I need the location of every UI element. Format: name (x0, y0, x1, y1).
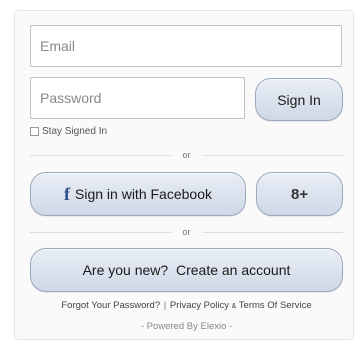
facebook-signin-button[interactable]: f Sign in with Facebook (30, 172, 246, 216)
google-plus-icon: 8+ (290, 185, 309, 203)
forgot-password-link[interactable]: Forgot Your Password? (61, 300, 160, 311)
sign-in-button[interactable]: Sign In (255, 78, 343, 121)
google-plus-button[interactable]: 8+ (256, 172, 343, 216)
divider-or-text: or (182, 227, 191, 237)
footer-separator: | (163, 300, 167, 311)
footer-links: Forgot Your Password? | Privacy Policy &… (30, 300, 343, 311)
divider-line (202, 231, 344, 233)
stay-signed-in-label: Stay Signed In (42, 126, 108, 137)
email-field[interactable]: Email (30, 25, 342, 67)
divider-line (30, 154, 171, 156)
password-placeholder: Password (40, 90, 102, 106)
divider-line (202, 154, 344, 156)
facebook-signin-label: Sign in with Facebook (75, 186, 212, 202)
create-account-button[interactable]: Are you new? Create an account (30, 248, 343, 292)
divider-or-text: or (182, 150, 191, 160)
password-field[interactable]: Password (30, 77, 245, 119)
stay-signed-in-checkbox[interactable] (30, 127, 39, 136)
create-account-label: Are you new? Create an account (82, 262, 291, 278)
or-divider: or (30, 149, 344, 161)
divider-line (30, 231, 171, 233)
sign-in-label: Sign In (277, 91, 321, 108)
or-divider: or (30, 226, 344, 238)
terms-of-service-link[interactable]: Terms Of Service (239, 300, 312, 311)
stay-signed-in[interactable]: Stay Signed In (30, 126, 107, 137)
footer-ampersand: & (231, 303, 237, 310)
email-placeholder: Email (40, 38, 76, 54)
facebook-icon: f (64, 183, 71, 204)
privacy-policy-link[interactable]: Privacy Policy (170, 300, 229, 311)
powered-by-text: - Powered By Elexio - (140, 321, 233, 332)
